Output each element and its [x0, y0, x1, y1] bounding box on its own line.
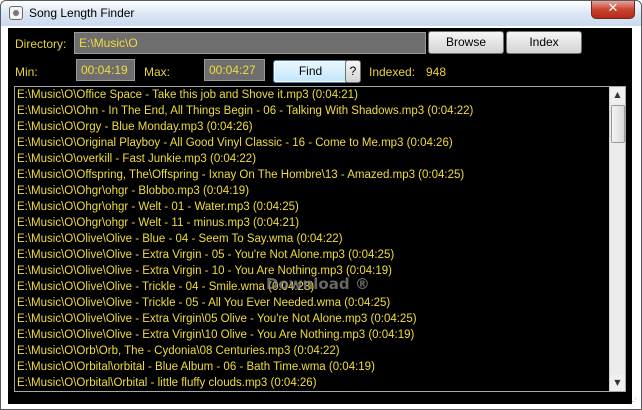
result-row[interactable]: E:\Music\O\Original Playboy - All Good V… [15, 135, 625, 151]
result-row[interactable]: E:\Music\O\Olive\Olive - Blue - 04 - See… [15, 231, 625, 247]
result-row[interactable]: E:\Music\O\Ohn - In The End, All Things … [15, 103, 625, 119]
result-row[interactable]: E:\Music\O\Olive\Olive - Extra Virgin\10… [15, 327, 625, 343]
result-row[interactable]: E:\Music\O\Office Space - Take this job … [15, 87, 625, 103]
min-label: Min: [15, 65, 38, 79]
result-row[interactable]: E:\Music\O\Offspring, The\Offspring - Ix… [15, 167, 625, 183]
directory-label: Directory: [15, 37, 67, 51]
result-row[interactable]: E:\Music\O\Orbital\orbital - Blue Album … [15, 359, 625, 375]
result-row[interactable]: E:\Music\O\Olive\Olive - Trickle - 04 - … [15, 279, 625, 295]
indexed-label: Indexed: [369, 65, 416, 79]
directory-field[interactable]: E:\Music\O [74, 32, 426, 54]
close-button[interactable]: ✕ [591, 1, 635, 19]
results-rows: E:\Music\O\Office Space - Take this job … [15, 87, 625, 391]
result-row[interactable]: E:\Music\O\Orgy - Blue Monday.mp3 (0:04:… [15, 119, 625, 135]
app-window: Song Length Finder ✕ Directory: E:\Music… [0, 0, 642, 410]
indexed-count: 948 [426, 65, 447, 79]
resize-grip-icon[interactable]: ⋰ [629, 397, 639, 407]
browse-button[interactable]: Browse [428, 31, 504, 54]
title-bar[interactable]: Song Length Finder ✕ [1, 1, 641, 26]
result-row[interactable]: E:\Music\O\overkill - Fast Junkie.mp3 (0… [15, 151, 625, 167]
result-row[interactable]: E:\Music\O\Ohgr\ohgr - Blobbo.mp3 (0:04:… [15, 183, 625, 199]
window-title: Song Length Finder [29, 6, 135, 20]
result-row[interactable]: E:\Music\O\Olive\Olive - Extra Virgin - … [15, 263, 625, 279]
result-row[interactable]: E:\Music\O\Olive\Olive - Trickle - 05 - … [15, 295, 625, 311]
vertical-scrollbar[interactable]: ▲ ▼ [609, 87, 625, 391]
result-row[interactable]: E:\Music\O\Olive\Olive - Extra Virgin\05… [15, 311, 625, 327]
find-button[interactable]: Find [273, 60, 348, 83]
close-icon: ✕ [607, 1, 619, 16]
scroll-up-icon[interactable]: ▲ [610, 87, 625, 103]
min-time-field[interactable]: 00:04:19 [76, 59, 135, 81]
app-icon[interactable] [9, 6, 23, 20]
scroll-down-icon[interactable]: ▼ [610, 375, 625, 391]
scroll-thumb[interactable] [611, 105, 625, 143]
result-row[interactable]: E:\Music\O\Orbital\Orbital - little fluf… [15, 375, 625, 391]
result-row[interactable]: E:\Music\O\Orb\Orb, The - Cydonia\08 Cen… [15, 343, 625, 359]
help-button[interactable]: ? [345, 60, 361, 83]
index-button[interactable]: Index [506, 31, 582, 54]
max-time-field[interactable]: 00:04:27 [204, 59, 265, 81]
max-label: Max: [144, 65, 171, 79]
result-row[interactable]: E:\Music\O\Ohgr\ohgr - Welt - 11 - minus… [15, 215, 625, 231]
client-area: Directory: E:\Music\O Browse Index Min: … [8, 28, 632, 404]
results-list[interactable]: E:\Music\O\Office Space - Take this job … [14, 86, 626, 392]
result-row[interactable]: E:\Music\O\Ohgr\ohgr - Welt - 01 - Water… [15, 199, 625, 215]
result-row[interactable]: E:\Music\O\Olive\Olive - Extra Virgin - … [15, 247, 625, 263]
